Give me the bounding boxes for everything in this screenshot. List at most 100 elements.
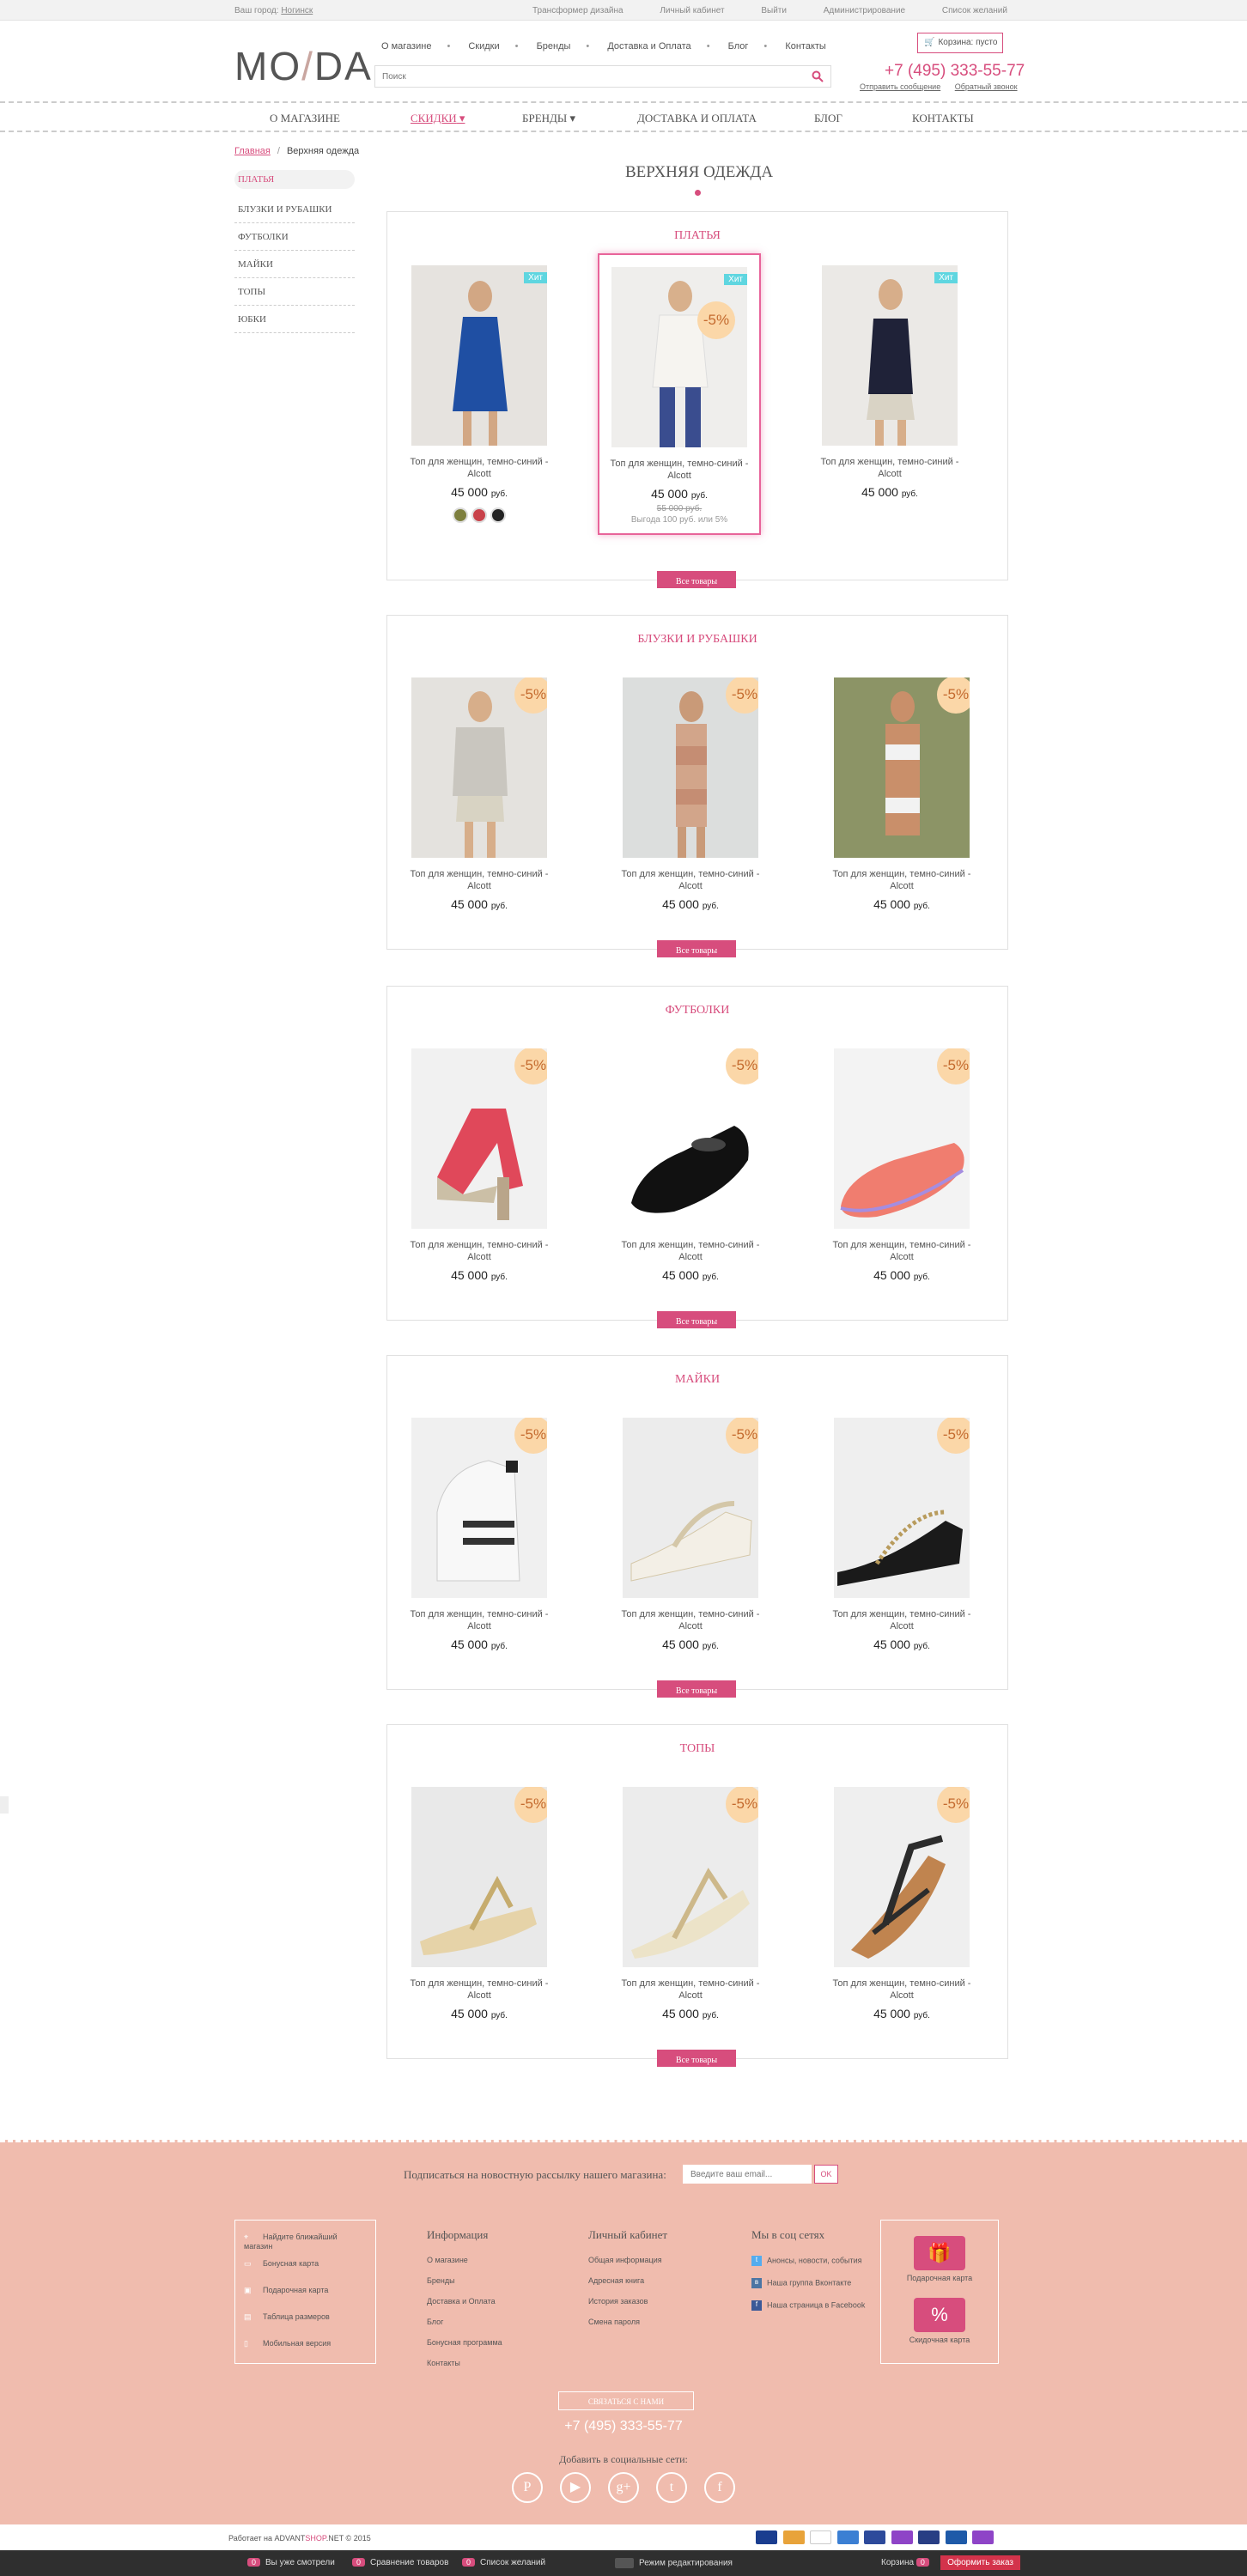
- find-store-link[interactable]: ⌖ Найдите ближайший магазин: [244, 2233, 367, 2259]
- category-title[interactable]: ФУТБОЛКИ: [387, 1004, 1007, 1018]
- all-products-button[interactable]: Все товары: [657, 571, 736, 588]
- product-card[interactable]: -5% Топ для женщин, темно-синий - Alcott…: [820, 677, 983, 911]
- footer-info-link[interactable]: Доставка и Оплата: [427, 2297, 502, 2306]
- header-menu-blog[interactable]: Блог: [728, 41, 749, 52]
- product-name[interactable]: Топ для женщин, темно-синий - Alcott: [609, 1978, 772, 2002]
- product-image[interactable]: -5%: [834, 1418, 970, 1598]
- category-title[interactable]: БЛУЗКИ И РУБАШКИ: [387, 633, 1007, 647]
- facebook-icon[interactable]: f: [704, 2472, 735, 2503]
- category-title[interactable]: ТОПЫ: [387, 1742, 1007, 1756]
- product-card[interactable]: -5% Топ для женщин, темно-синий - Alcott…: [398, 1048, 561, 1282]
- google-plus-icon[interactable]: g+: [608, 2472, 639, 2503]
- product-image[interactable]: -5%: [623, 1418, 758, 1598]
- product-card[interactable]: -5% Топ для женщин, темно-синий - Alcott…: [398, 1787, 561, 2020]
- header-menu-brands[interactable]: Бренды: [537, 41, 571, 52]
- breadcrumb-home[interactable]: Главная: [234, 146, 271, 156]
- product-image[interactable]: -5%: [834, 1787, 970, 1967]
- logout-link[interactable]: Выйти: [761, 6, 787, 15]
- product-card[interactable]: -5% Топ для женщин, темно-синий - Alcott…: [820, 1418, 983, 1651]
- facebook-link[interactable]: f Наша страница в Facebook: [751, 2300, 865, 2311]
- footer-info-link[interactable]: О магазине: [427, 2256, 502, 2264]
- edit-mode-toggle[interactable]: Режим редактирования: [615, 2558, 733, 2568]
- account-link[interactable]: Личный кабинет: [660, 6, 724, 15]
- product-image[interactable]: -5%: [834, 677, 970, 858]
- product-name[interactable]: Топ для женщин, темно-синий - Alcott: [820, 1608, 983, 1632]
- product-image[interactable]: -5%: [834, 1048, 970, 1229]
- product-image[interactable]: -5%: [623, 1787, 758, 1967]
- cart-summary[interactable]: Корзина 0: [881, 2558, 934, 2567]
- product-card[interactable]: -5% Топ для женщин, темно-синий - Alcott…: [820, 1048, 983, 1282]
- search-input[interactable]: [375, 66, 788, 87]
- product-name[interactable]: Топ для женщин, темно-синий - Alcott: [398, 868, 561, 892]
- email-field[interactable]: [683, 2165, 812, 2184]
- header-menu-discounts[interactable]: Скидки: [468, 41, 499, 52]
- product-name[interactable]: Топ для женщин, темно-синий - Alcott: [808, 456, 971, 480]
- product-name[interactable]: Топ для женщин, темно-синий - Alcott: [609, 1608, 772, 1632]
- twitter-icon[interactable]: t: [656, 2472, 687, 2503]
- all-products-button[interactable]: Все товары: [657, 1680, 736, 1698]
- city-selector[interactable]: Ваш город: Ногинск: [234, 6, 313, 15]
- product-image[interactable]: -5%: [411, 1048, 547, 1229]
- youtube-icon[interactable]: ▶: [560, 2472, 591, 2503]
- footer-account-link[interactable]: История заказов: [588, 2297, 667, 2306]
- nav-discounts[interactable]: СКИДКИ ▾: [411, 112, 465, 125]
- product-name[interactable]: Топ для женщин, темно-синий - Alcott: [609, 868, 772, 892]
- product-name[interactable]: Топ для женщин, темно-синий - Alcott: [398, 1978, 561, 2002]
- sidebar-item-blouses[interactable]: БЛУЗКИ И РУБАШКИ: [234, 196, 355, 223]
- checkout-button[interactable]: Оформить заказ: [940, 2555, 1020, 2570]
- footer-info-link[interactable]: Контакты: [427, 2359, 502, 2367]
- size-table-link[interactable]: ▤ Таблица размеров: [244, 2312, 367, 2339]
- swatch-black[interactable]: [490, 507, 506, 523]
- header-menu-about[interactable]: О магазине: [381, 41, 431, 52]
- pinterest-icon[interactable]: P: [512, 2472, 543, 2503]
- product-card[interactable]: -5% Топ для женщин, темно-синий - Alcott…: [609, 1048, 772, 1282]
- product-name[interactable]: Топ для женщин, темно-синий - Alcott: [609, 1239, 772, 1263]
- footer-account-link[interactable]: Смена пароля: [588, 2318, 667, 2326]
- wishlist[interactable]: 0 Список желаний: [462, 2558, 545, 2567]
- product-image[interactable]: Хит: [411, 265, 547, 446]
- product-image[interactable]: -5%: [411, 1787, 547, 1967]
- footer-info-link[interactable]: Бренды: [427, 2276, 502, 2285]
- product-card[interactable]: -5% Топ для женщин, темно-синий - Alcott…: [609, 1787, 772, 2020]
- header-menu-contacts[interactable]: Контакты: [785, 41, 826, 52]
- product-name[interactable]: Топ для женщин, темно-синий - Alcott: [398, 1239, 561, 1263]
- footer-account-link[interactable]: Общая информация: [588, 2256, 667, 2264]
- contact-us-button[interactable]: СВЯЗАТЬСЯ С НАМИ: [558, 2391, 694, 2410]
- wishlist-link[interactable]: Список желаний: [942, 6, 1007, 15]
- product-image[interactable]: -5%: [411, 677, 547, 858]
- gift-card-link[interactable]: ▣ Подарочная карта: [244, 2286, 367, 2312]
- sidebar-item-dresses[interactable]: ПЛАТЬЯ: [234, 170, 355, 189]
- header-menu-delivery[interactable]: Доставка и Оплата: [607, 41, 690, 52]
- side-feedback-tab[interactable]: [0, 1796, 9, 1814]
- product-name[interactable]: Топ для женщин, темно-синий - Alcott: [820, 1978, 983, 2002]
- sidebar-item-tanks[interactable]: МАЙКИ: [234, 251, 355, 278]
- product-image[interactable]: Хит -5%: [611, 267, 747, 447]
- twitter-link[interactable]: t Анонсы, новости, события: [751, 2256, 865, 2266]
- nav-contacts[interactable]: КОНТАКТЫ: [912, 112, 974, 125]
- vk-link[interactable]: в Наша группа Вконтакте: [751, 2278, 865, 2288]
- product-name[interactable]: Топ для женщин, темно-синий - Alcott: [599, 458, 759, 482]
- footer-info-link[interactable]: Бонусная программа: [427, 2338, 502, 2347]
- nav-blog[interactable]: БЛОГ: [814, 112, 842, 125]
- product-image[interactable]: -5%: [623, 1048, 758, 1229]
- footer-info-link[interactable]: Блог: [427, 2318, 502, 2326]
- product-card[interactable]: Хит Топ для женщин, темно-синий - Alcott…: [398, 265, 561, 527]
- all-products-button[interactable]: Все товары: [657, 940, 736, 957]
- product-card[interactable]: -5% Топ для женщин, темно-синий - Alcott…: [820, 1787, 983, 2020]
- category-title[interactable]: МАЙКИ: [387, 1373, 1007, 1387]
- product-card-highlighted[interactable]: Хит -5% Топ для женщин, темно-синий - Al…: [598, 253, 761, 535]
- sidebar-item-tshirts[interactable]: ФУТБОЛКИ: [234, 223, 355, 251]
- subscribe-ok-button[interactable]: OK: [814, 2165, 838, 2184]
- admin-link[interactable]: Администрирование: [824, 6, 905, 15]
- callback-link[interactable]: Обратный звонок: [955, 82, 1018, 91]
- product-image[interactable]: -5%: [411, 1418, 547, 1598]
- product-card[interactable]: -5% Топ для женщин, темно-синий - Alcott…: [398, 1418, 561, 1651]
- nav-about[interactable]: О МАГАЗИНЕ: [270, 112, 340, 125]
- logo[interactable]: MO/DA: [234, 43, 373, 89]
- product-card[interactable]: -5% Топ для женщин, темно-синий - Alcott…: [609, 1418, 772, 1651]
- product-image[interactable]: -5%: [623, 677, 758, 858]
- all-products-button[interactable]: Все товары: [657, 2050, 736, 2067]
- product-image[interactable]: Хит: [822, 265, 958, 446]
- discount-card-button[interactable]: %: [914, 2298, 965, 2332]
- nav-delivery[interactable]: ДОСТАВКА И ОПЛАТА: [637, 112, 757, 125]
